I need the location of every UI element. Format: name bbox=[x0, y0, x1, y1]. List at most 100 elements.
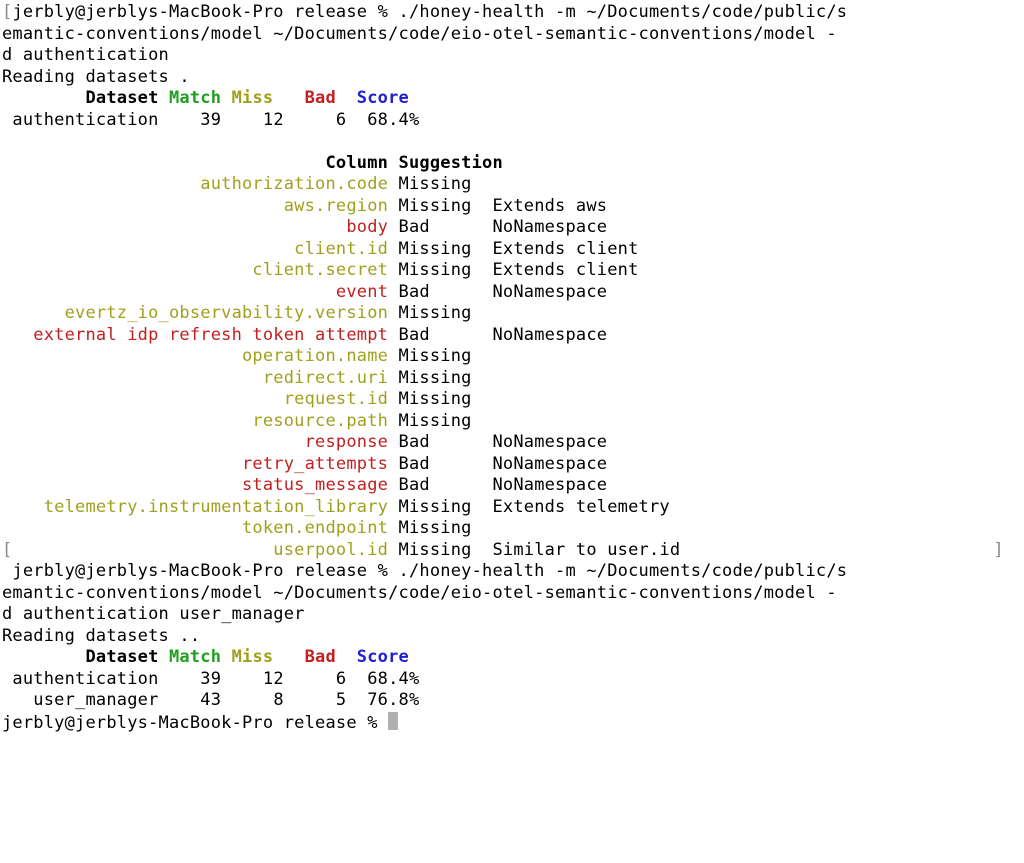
terminal-line: authorization.code Missing bbox=[2, 174, 1024, 196]
terminal-line: authentication 39 12 6 68.4% bbox=[2, 110, 1024, 132]
terminal-line: telemetry.instrumentation_library Missin… bbox=[2, 497, 1024, 519]
dataset-miss: 12 bbox=[232, 669, 295, 689]
dataset-score: 76.8% bbox=[367, 690, 419, 710]
column-name: status_message bbox=[2, 475, 399, 495]
dataset-score: 68.4% bbox=[367, 110, 419, 130]
column-status: Missing bbox=[399, 540, 482, 560]
column-name: request.id bbox=[2, 389, 399, 409]
shell-prompt: jerbly@jerblys-MacBook-Pro release % bbox=[12, 2, 398, 22]
terminal-line bbox=[2, 131, 1024, 153]
terminal-line: Dataset Match Miss Bad Score bbox=[2, 647, 1024, 669]
column-suggestion: Similar to user.id bbox=[482, 540, 680, 560]
terminal-line: body Bad NoNamespace bbox=[2, 217, 1024, 239]
column-status: Missing bbox=[399, 497, 482, 517]
column-suggestion: Extends client bbox=[482, 260, 639, 280]
terminal-line: external idp refresh token attempt Bad N… bbox=[2, 325, 1024, 347]
command: emantic-conventions/model ~/Documents/co… bbox=[2, 24, 837, 44]
bracket-open: [ bbox=[2, 2, 12, 22]
dataset-bad: 6 bbox=[294, 110, 367, 130]
column-name: resource.path bbox=[2, 411, 399, 431]
reading-status: Reading datasets . bbox=[2, 67, 190, 87]
column-status: Missing bbox=[399, 260, 482, 280]
header-score: Score bbox=[357, 88, 409, 108]
column-status: Bad bbox=[399, 475, 482, 495]
bracket-close: ] bbox=[993, 540, 1003, 560]
column-status: Missing bbox=[399, 346, 482, 366]
column-suggestion: Extends aws bbox=[482, 196, 607, 216]
terminal-line: d authentication bbox=[2, 45, 1024, 67]
terminal-line: jerbly@jerblys-MacBook-Pro release % ./h… bbox=[2, 561, 1024, 583]
dataset-name: authentication bbox=[2, 669, 169, 689]
terminal-line: user_manager 43 8 5 76.8% bbox=[2, 690, 1024, 712]
column-name: body bbox=[2, 217, 399, 237]
column-suggestion: NoNamespace bbox=[482, 325, 607, 345]
terminal-line: Reading datasets . bbox=[2, 67, 1024, 89]
column-name: retry_attempts bbox=[2, 454, 399, 474]
command: emantic-conventions/model ~/Documents/co… bbox=[2, 583, 837, 603]
bracket-open: [ bbox=[2, 540, 12, 560]
shell-prompt: jerbly@jerblys-MacBook-Pro release % bbox=[2, 561, 399, 581]
column-suggestion: NoNamespace bbox=[482, 217, 607, 237]
header-suggestion: Suggestion bbox=[399, 153, 503, 173]
column-name: token.endpoint bbox=[2, 518, 399, 538]
reading-status: Reading datasets .. bbox=[2, 626, 200, 646]
terminal-line: emantic-conventions/model ~/Documents/co… bbox=[2, 583, 1024, 605]
column-suggestion: Extends client bbox=[482, 239, 639, 259]
header-column: Column bbox=[2, 153, 399, 173]
column-name: event bbox=[2, 282, 399, 302]
dataset-bad: 5 bbox=[294, 690, 367, 710]
terminal[interactable]: [jerbly@jerblys-MacBook-Pro release % ./… bbox=[0, 0, 1024, 734]
column-suggestion: NoNamespace bbox=[482, 454, 607, 474]
terminal-line: event Bad NoNamespace bbox=[2, 282, 1024, 304]
column-name: authorization.code bbox=[2, 174, 399, 194]
column-suggestion: NoNamespace bbox=[482, 475, 607, 495]
column-status: Bad bbox=[399, 432, 482, 452]
column-status: Missing bbox=[399, 239, 482, 259]
header-miss: Miss bbox=[232, 88, 295, 108]
column-name: response bbox=[2, 432, 399, 452]
column-status: Missing bbox=[399, 518, 482, 538]
column-name: client.id bbox=[2, 239, 399, 259]
dataset-match: 43 bbox=[169, 690, 232, 710]
terminal-line: redirect.uri Missing bbox=[2, 368, 1024, 390]
terminal-line: request.id Missing bbox=[2, 389, 1024, 411]
terminal-line: operation.name Missing bbox=[2, 346, 1024, 368]
terminal-line: client.secret Missing Extends client bbox=[2, 260, 1024, 282]
header-bad: Bad bbox=[294, 647, 357, 667]
column-suggestion: NoNamespace bbox=[482, 282, 607, 302]
column-name: external idp refresh token attempt bbox=[2, 325, 399, 345]
dataset-name: user_manager bbox=[2, 690, 169, 710]
terminal-line: retry_attempts Bad NoNamespace bbox=[2, 454, 1024, 476]
cursor-icon[interactable] bbox=[388, 712, 398, 730]
terminal-line: emantic-conventions/model ~/Documents/co… bbox=[2, 24, 1024, 46]
terminal-line[interactable]: jerbly@jerblys-MacBook-Pro release % bbox=[2, 712, 1024, 735]
column-status: Missing bbox=[399, 389, 482, 409]
terminal-line: Dataset Match Miss Bad Score bbox=[2, 88, 1024, 110]
terminal-line: authentication 39 12 6 68.4% bbox=[2, 669, 1024, 691]
header-match: Match bbox=[169, 88, 232, 108]
column-name: userpool.id bbox=[12, 540, 398, 560]
terminal-line: d authentication user_manager bbox=[2, 604, 1024, 626]
dataset-score: 68.4% bbox=[367, 669, 419, 689]
column-name: client.secret bbox=[2, 260, 399, 280]
terminal-line: [ userpool.id Missing Similar to user.id… bbox=[2, 540, 1024, 562]
header-match: Match bbox=[169, 647, 232, 667]
header-miss: Miss bbox=[232, 647, 295, 667]
dataset-miss: 8 bbox=[232, 690, 295, 710]
header-dataset: Dataset bbox=[2, 647, 169, 667]
command: d authentication user_manager bbox=[2, 604, 305, 624]
dataset-name: authentication bbox=[2, 110, 169, 130]
terminal-line: evertz_io_observability.version Missing bbox=[2, 303, 1024, 325]
terminal-line: [jerbly@jerblys-MacBook-Pro release % ./… bbox=[2, 2, 1024, 24]
column-status: Bad bbox=[399, 454, 482, 474]
terminal-line: status_message Bad NoNamespace bbox=[2, 475, 1024, 497]
column-status: Missing bbox=[399, 411, 482, 431]
dataset-match: 39 bbox=[169, 110, 232, 130]
column-suggestion: NoNamespace bbox=[482, 432, 607, 452]
terminal-line: Column Suggestion bbox=[2, 153, 1024, 175]
terminal-line: aws.region Missing Extends aws bbox=[2, 196, 1024, 218]
column-status: Missing bbox=[399, 303, 482, 323]
column-name: operation.name bbox=[2, 346, 399, 366]
column-name: telemetry.instrumentation_library bbox=[2, 497, 399, 517]
header-score: Score bbox=[357, 647, 409, 667]
